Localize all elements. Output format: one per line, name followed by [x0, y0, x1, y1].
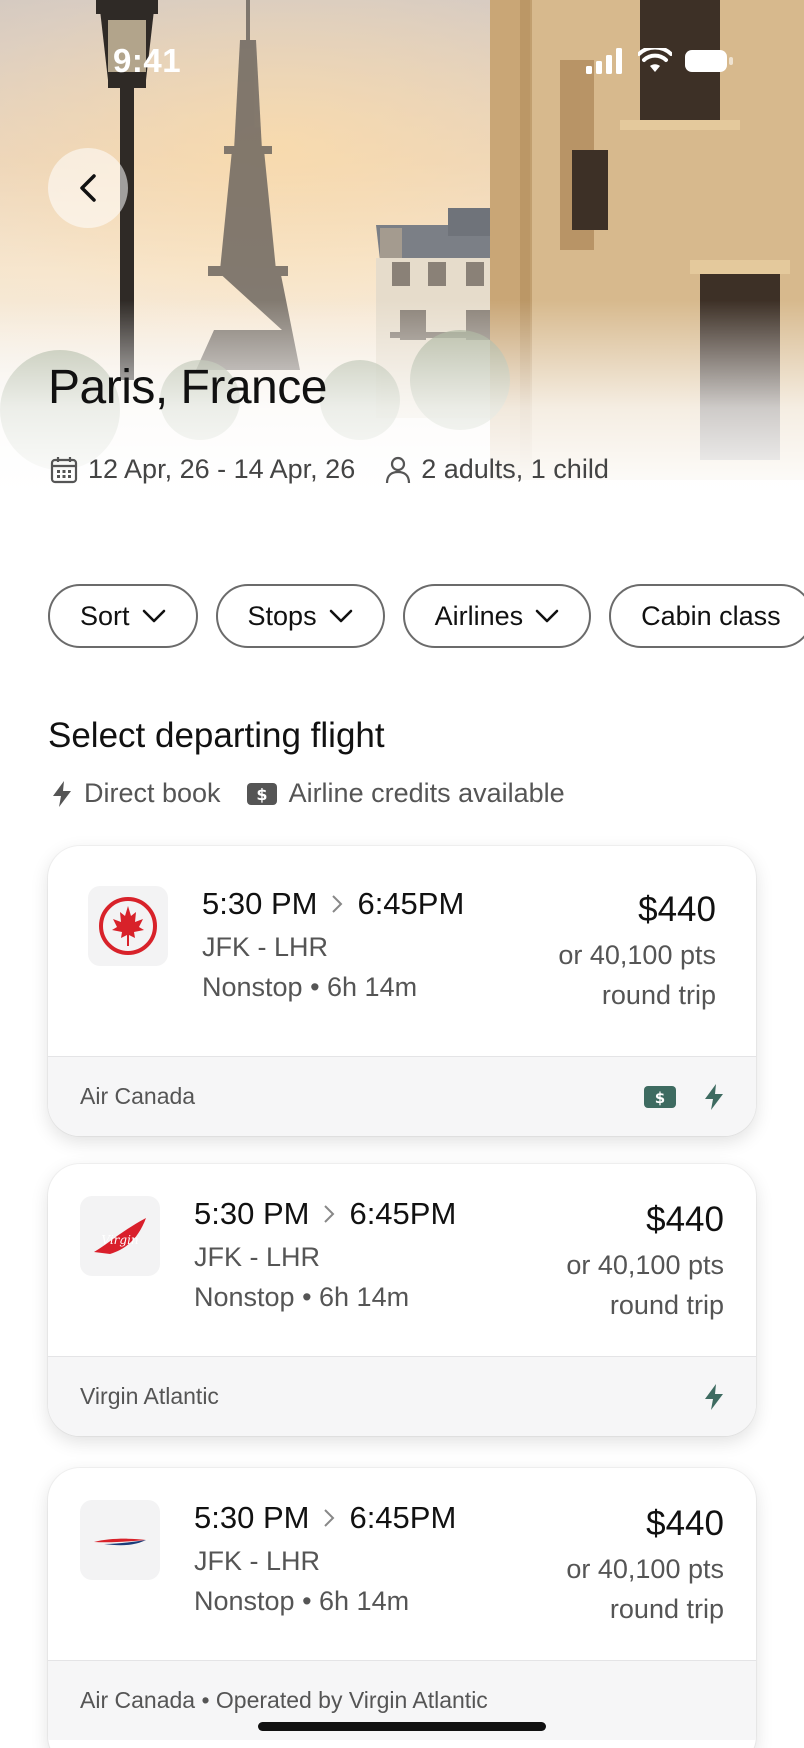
flight-route: JFK - LHR: [202, 932, 329, 962]
wifi-icon: [638, 48, 672, 72]
filter-chip-label: Sort: [80, 600, 130, 631]
trip-type: round trip: [601, 980, 716, 1010]
feature-legend: Direct book $ Airline credits available: [52, 778, 565, 809]
destination-title: Paris, France: [48, 361, 327, 414]
flight-card[interactable]: 5:30 PM 6:45PM JFK - LHR Nonstop • 6h 14…: [48, 846, 756, 1136]
airline-name: Virgin Atlantic: [80, 1383, 219, 1409]
flight-price: $440: [638, 890, 716, 929]
airline-name: Air Canada • Operated by Virgin Atlantic: [80, 1687, 488, 1713]
flight-card-footer: Air Canada $: [48, 1056, 756, 1136]
flight-duration: Nonstop • 6h 14m: [194, 1586, 410, 1616]
depart-time: 5:30 PM: [194, 1196, 310, 1231]
chevron-right-icon: [332, 895, 343, 913]
flight-times: 5:30 PM 6:45PM: [202, 886, 464, 922]
status-time: 9:41: [113, 42, 182, 79]
filter-airlines-chip[interactable]: Airlines: [402, 584, 592, 648]
section-title: Select departing flight: [48, 716, 385, 755]
chevron-down-icon: [329, 609, 352, 623]
flight-price: $440: [646, 1504, 724, 1543]
flight-route: JFK - LHR: [194, 1546, 321, 1576]
flight-times: 5:30 PM 6:45PM: [194, 1500, 456, 1536]
filter-chip-label: Cabin class: [641, 600, 781, 631]
chevron-down-icon: [142, 609, 165, 623]
arrive-time: 6:45PM: [349, 1196, 457, 1231]
dollar-badge-icon: $: [246, 782, 277, 805]
filter-cabin-class-chip[interactable]: Cabin class: [609, 584, 804, 648]
svg-text:Virgin: Virgin: [101, 1233, 138, 1247]
chevron-right-icon: [324, 1205, 335, 1223]
flight-duration: Nonstop • 6h 14m: [202, 972, 418, 1002]
trip-summary[interactable]: 12 Apr, 26 - 14 Apr, 26 2 adults, 1 chil…: [50, 454, 609, 485]
flight-points: or 40,100 pts: [558, 940, 716, 970]
filter-chip-label: Stops: [247, 600, 317, 631]
trip-type: round trip: [609, 1594, 724, 1624]
flight-points: or 40,100 pts: [566, 1554, 724, 1584]
filter-bar: Sort Stops Airlines Cabin class: [48, 584, 804, 648]
direct-book-icon: [705, 1383, 723, 1410]
chevron-down-icon: [535, 609, 559, 623]
direct-book-icon: [705, 1083, 723, 1110]
flight-duration: Nonstop • 6h 14m: [194, 1282, 410, 1312]
flight-route: JFK - LHR: [194, 1242, 321, 1272]
home-indicator: [258, 1722, 546, 1731]
airline-name: Air Canada: [80, 1083, 196, 1109]
svg-text:$: $: [256, 785, 267, 804]
svg-text:$: $: [655, 1089, 665, 1107]
back-button[interactable]: [48, 148, 128, 228]
cellular-signal-icon: [586, 48, 622, 74]
filter-sort-chip[interactable]: Sort: [48, 584, 198, 648]
arrive-time: 6:45PM: [357, 886, 465, 921]
trip-travellers: 2 adults, 1 child: [421, 454, 609, 484]
depart-time: 5:30 PM: [202, 886, 318, 921]
trip-type: round trip: [609, 1290, 724, 1320]
airline-credit-icon: $: [644, 1085, 676, 1108]
trip-dates: 12 Apr, 26 - 14 Apr, 26: [88, 454, 356, 484]
feature-direct-book: Direct book: [84, 778, 221, 808]
filter-chip-label: Airlines: [434, 600, 524, 631]
feature-airline-credits: Airline credits available: [288, 778, 565, 808]
virgin-atlantic-logo-icon: Virgin: [80, 1196, 160, 1276]
flight-card[interactable]: Virgin 5:30 PM 6:45PM JFK - LHR Nonstop …: [48, 1164, 756, 1436]
british-airways-logo-icon: [80, 1500, 160, 1580]
battery-icon: [685, 50, 733, 72]
flight-card[interactable]: 5:30 PM 6:45PM JFK - LHR Nonstop • 6h 14…: [48, 1468, 756, 1748]
filter-stops-chip[interactable]: Stops: [215, 584, 385, 648]
status-icons: [586, 48, 734, 74]
air-canada-logo-icon: [88, 886, 168, 966]
flight-price: $440: [646, 1200, 724, 1239]
person-icon: [386, 456, 411, 483]
chevron-left-icon: [80, 174, 96, 202]
flight-times: 5:30 PM 6:45PM: [194, 1196, 456, 1232]
arrive-time: 6:45PM: [349, 1500, 457, 1535]
lightning-icon: [53, 780, 71, 807]
flight-card-footer: Virgin Atlantic: [48, 1356, 756, 1436]
chevron-right-icon: [324, 1509, 335, 1527]
depart-time: 5:30 PM: [194, 1500, 310, 1535]
calendar-icon: [50, 456, 78, 483]
flight-points: or 40,100 pts: [566, 1250, 724, 1280]
